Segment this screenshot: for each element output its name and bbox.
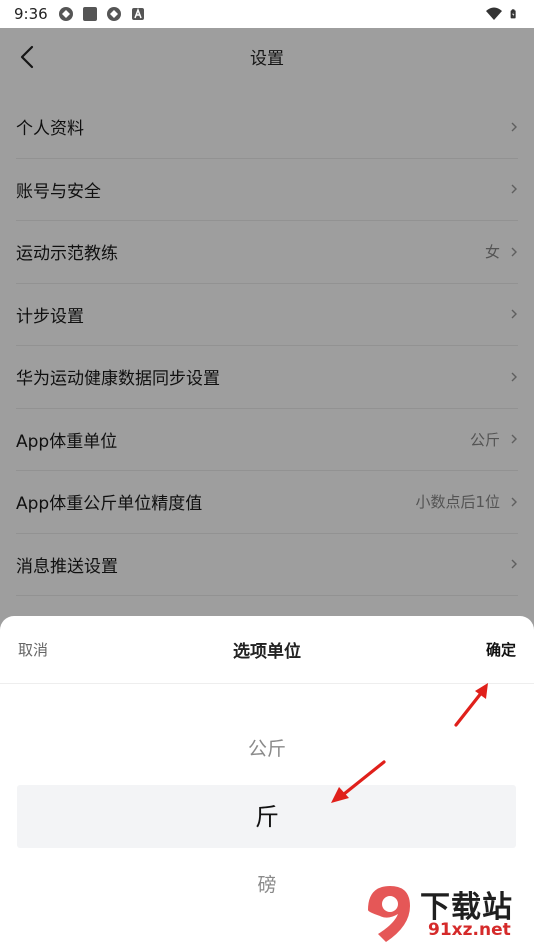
square-notification-icon <box>82 7 97 21</box>
status-notification-icons <box>58 6 146 22</box>
picker-option-jin-selected[interactable]: 斤 <box>0 797 534 832</box>
wifi-icon <box>486 7 502 20</box>
battery-icon <box>510 9 516 19</box>
app-notification-icon <box>106 7 121 21</box>
confirm-button[interactable]: 确定 <box>486 639 516 660</box>
sheet-header: 取消 选项单位 确定 <box>0 616 534 684</box>
status-time: 9:36 <box>14 5 48 23</box>
watermark-logo: 下载站 91xz.net <box>360 880 532 948</box>
watermark-logo-icon <box>368 886 410 942</box>
app-notification-icon <box>58 7 73 21</box>
status-system-icons <box>486 6 520 22</box>
font-notification-icon <box>131 7 144 20</box>
watermark-url: 91xz.net <box>428 920 511 940</box>
status-bar: 9:36 <box>0 0 534 28</box>
sheet-title: 选项单位 <box>233 642 301 662</box>
picker-option-gongjin[interactable]: 公斤 <box>0 734 534 761</box>
cancel-button[interactable]: 取消 <box>18 639 48 660</box>
